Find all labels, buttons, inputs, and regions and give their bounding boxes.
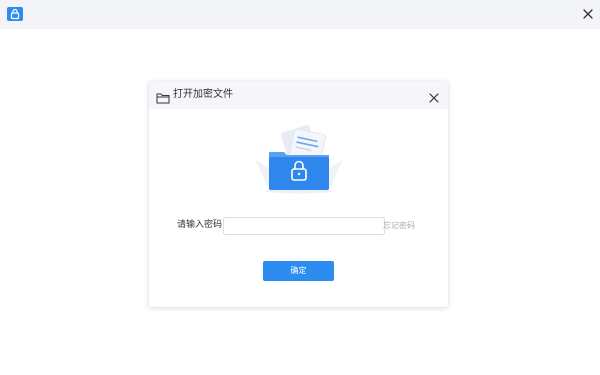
folder-outline-icon	[156, 89, 170, 108]
window-titlebar	[0, 0, 600, 29]
password-label: 请输入密码	[177, 220, 223, 230]
password-input[interactable]	[223, 217, 385, 235]
dialog-header: 打开加密文件	[149, 81, 448, 109]
confirm-button[interactable]: 确定	[263, 261, 334, 281]
forgot-password-link[interactable]: 忘记密码	[383, 220, 415, 232]
encrypted-folder-illustration	[249, 124, 349, 198]
dialog-title: 打开加密文件	[173, 89, 233, 100]
open-encrypted-file-dialog: 打开加密文件 请输入密码 忘记密码 确定	[149, 81, 448, 307]
lock-folder-icon	[7, 7, 23, 21]
dialog-close-icon[interactable]	[428, 89, 440, 103]
window-close-icon[interactable]	[580, 6, 596, 22]
